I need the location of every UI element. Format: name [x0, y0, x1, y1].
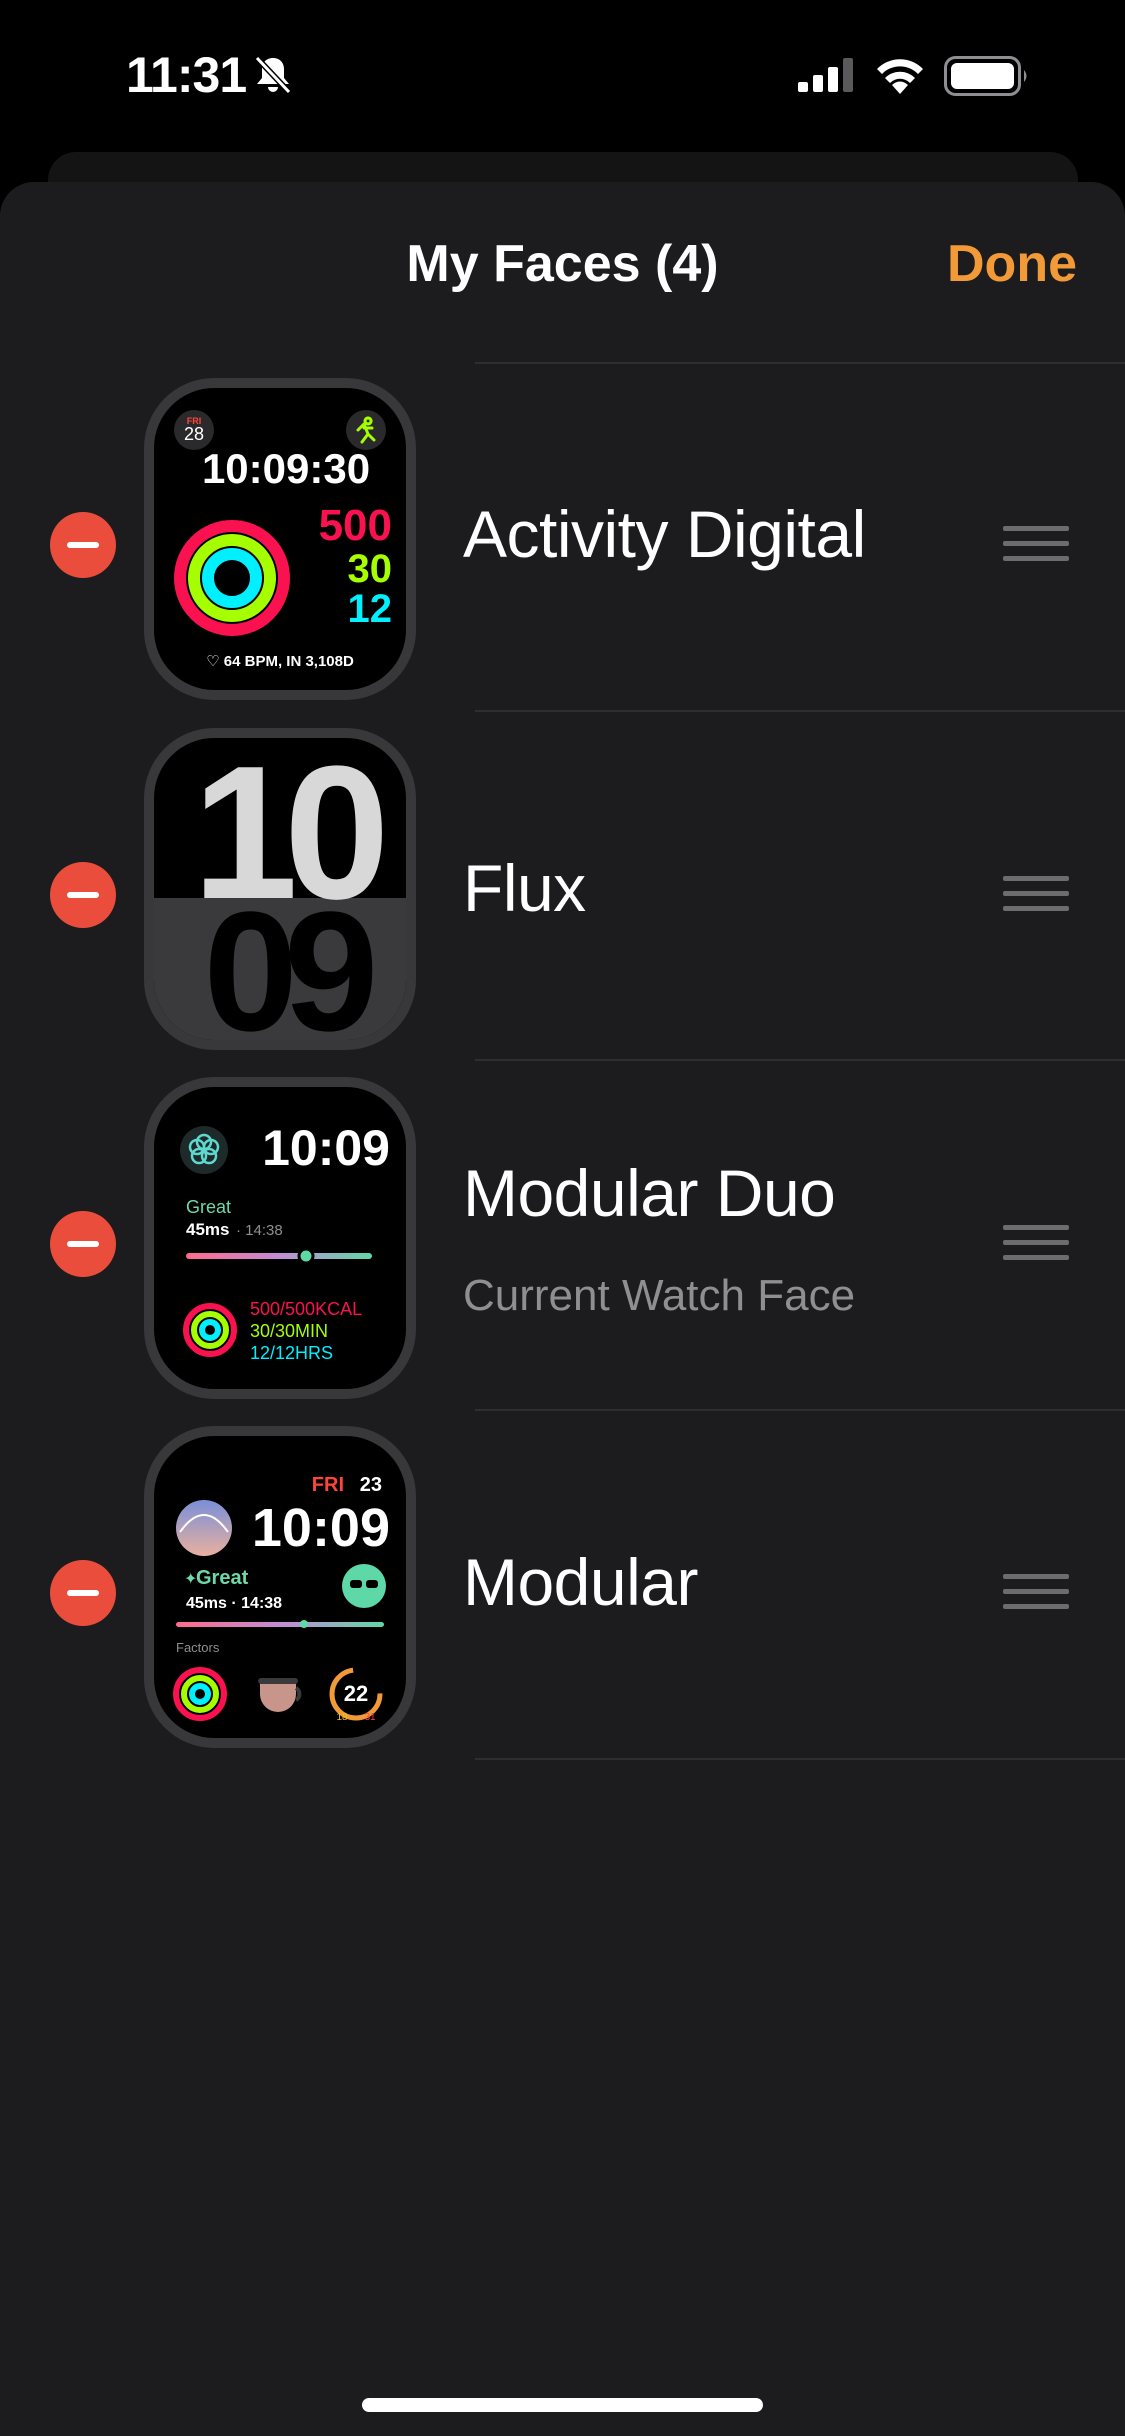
- watch-preview[interactable]: FRI 28 10:09:30 500 30 12 ♡ 64 BPM, IN 3…: [144, 378, 416, 700]
- face-name: Modular: [463, 1545, 698, 1619]
- hrv-range-bar: [186, 1253, 372, 1259]
- date-number: 28: [184, 424, 204, 444]
- temperature-low: 18: [336, 1712, 348, 1723]
- vitals-status: Great: [196, 1567, 249, 1589]
- heart-rate-text: ♡ 64 BPM, IN 3,108D: [206, 653, 354, 670]
- watch-preview[interactable]: FRI 23 10:09 Great ✦ 45ms · 14:38 Factor…: [144, 1426, 416, 1748]
- watch-preview[interactable]: 10 09: [144, 728, 416, 1050]
- face-row-flux[interactable]: 10 09 Flux: [0, 720, 1125, 1068]
- stand-value: 12/12HRS: [250, 1343, 333, 1363]
- cup-icon: [258, 1678, 302, 1712]
- reorder-handle-icon[interactable]: [1003, 876, 1069, 912]
- separator: [475, 1059, 1125, 1061]
- watch-preview[interactable]: 10:09 Great 45ms · 14:38 500/500KCAL 30/…: [144, 1077, 416, 1399]
- delete-button[interactable]: [50, 862, 116, 928]
- factors-label: Factors: [176, 1640, 220, 1655]
- done-button[interactable]: Done: [947, 234, 1077, 294]
- status-bar: 11:31: [0, 0, 1125, 150]
- temperature-high: 31: [364, 1712, 376, 1723]
- separator: [475, 1758, 1125, 1760]
- reorder-handle-icon[interactable]: [1003, 1225, 1069, 1261]
- watch-time: 10:09: [252, 1498, 390, 1558]
- home-indicator[interactable]: [362, 2398, 763, 2412]
- exercise-value: 30: [348, 547, 393, 591]
- sun-arc-icon: [176, 1500, 232, 1556]
- move-value: 500: [319, 501, 392, 550]
- silent-bell-icon: [254, 55, 292, 95]
- separator: [475, 1409, 1125, 1411]
- battery-icon: [944, 56, 1027, 96]
- reorder-handle-icon[interactable]: [1003, 1574, 1069, 1610]
- hrv-value: 45ms: [186, 1220, 229, 1239]
- delete-button[interactable]: [50, 512, 116, 578]
- activity-rings: [174, 520, 290, 636]
- hrv-range-bar: [176, 1622, 384, 1627]
- delete-button[interactable]: [50, 1560, 116, 1626]
- vitals-status: Great: [186, 1197, 231, 1217]
- separator: [475, 362, 1125, 364]
- watch-time: 10:09:30: [202, 445, 370, 492]
- status-time: 11:31: [126, 47, 247, 103]
- hrv-marker: [300, 1620, 308, 1628]
- wifi-icon: [877, 59, 923, 94]
- face-row-activity-digital[interactable]: FRI 28 10:09:30 500 30 12 ♡ 64 BPM, IN 3…: [0, 370, 1125, 718]
- cellular-signal-icon: [798, 58, 853, 92]
- flux-minute: 09: [203, 877, 373, 1040]
- hrv-time: · 14:38: [236, 1222, 283, 1239]
- face-row-modular[interactable]: FRI 23 10:09 Great ✦ 45ms · 14:38 Factor…: [0, 1418, 1125, 1766]
- separator: [475, 710, 1125, 712]
- sparkle-icon: ✦: [184, 1571, 197, 1588]
- activity-rings: [173, 1667, 227, 1721]
- hrv-value: 45ms · 14:38: [186, 1595, 282, 1612]
- hrv-marker: [297, 1247, 315, 1265]
- activity-rings: [183, 1303, 237, 1357]
- watch-time: 10:09: [262, 1120, 390, 1176]
- reorder-handle-icon[interactable]: [1003, 526, 1069, 562]
- exercise-value: 30/30MIN: [250, 1321, 328, 1341]
- face-name: Flux: [463, 851, 586, 925]
- date-number: 23: [360, 1474, 382, 1496]
- temperature-value: 22: [344, 1681, 368, 1706]
- stand-value: 12: [348, 587, 393, 631]
- date-day: FRI: [312, 1474, 344, 1496]
- face-row-modular-duo[interactable]: 10:09 Great 45ms · 14:38 500/500KCAL 30/…: [0, 1069, 1125, 1417]
- face-emoji-icon: [342, 1564, 386, 1608]
- move-value: 500/500KCAL: [250, 1299, 362, 1319]
- face-name: Activity Digital: [463, 497, 866, 571]
- delete-button[interactable]: [50, 1211, 116, 1277]
- current-face-label: Current Watch Face: [463, 1271, 856, 1320]
- face-name: Modular Duo: [463, 1156, 836, 1230]
